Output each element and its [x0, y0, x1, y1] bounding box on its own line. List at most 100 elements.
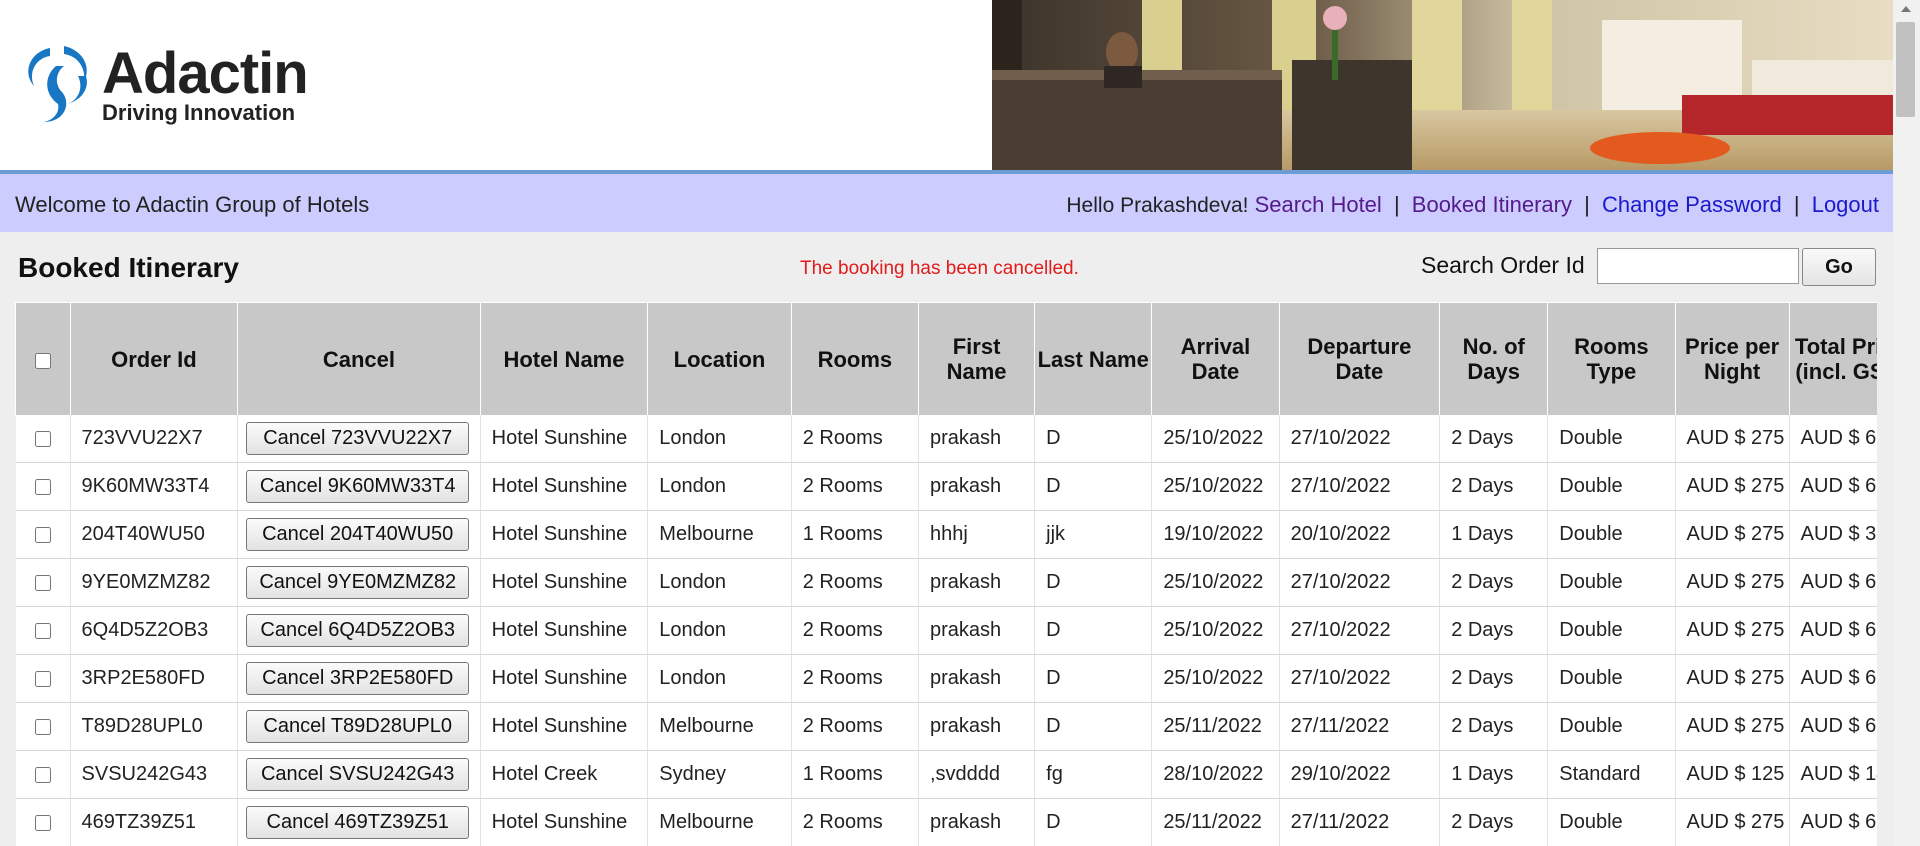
last-name-cell: D — [1034, 798, 1153, 846]
price-per-night-cell: AUD $ 275 — [1675, 462, 1790, 511]
row-checkbox[interactable] — [34, 622, 51, 639]
hotel-name-cell: Hotel Sunshine — [480, 462, 649, 511]
price-per-night-cell: AUD $ 275 — [1675, 702, 1790, 751]
row-checkbox[interactable] — [34, 430, 51, 447]
departure-date-cell: 27/10/2022 — [1279, 462, 1441, 511]
last-name-cell: D — [1034, 558, 1153, 607]
cancel-booking-button[interactable]: Cancel 723VVU22X7 — [246, 422, 470, 455]
location-cell: Melbourne — [647, 702, 792, 751]
col-header-arrival-date: Arrival Date — [1151, 302, 1280, 415]
price-per-night-cell: AUD $ 275 — [1675, 415, 1790, 463]
no-of-days-cell: 2 Days — [1439, 558, 1549, 607]
table-row: T89D28UPL0 Cancel T89D28UPL0 Hotel Sunsh… — [15, 702, 1877, 751]
row-checkbox[interactable] — [34, 718, 51, 735]
cancel-booking-button[interactable]: Cancel 9YE0MZMZ82 — [246, 566, 470, 599]
first-name-cell: prakash — [918, 462, 1036, 511]
row-select-cell — [15, 798, 71, 846]
row-checkbox[interactable] — [34, 526, 51, 543]
itinerary-table-container: Order Id Cancel Hotel Name Location Room… — [15, 302, 1877, 846]
change-password-link[interactable]: Change Password — [1602, 192, 1782, 217]
departure-date-cell: 27/10/2022 — [1279, 654, 1441, 703]
departure-date-cell: 27/10/2022 — [1279, 415, 1441, 463]
cancel-booking-button[interactable]: Cancel SVSU242G43 — [246, 758, 470, 791]
row-checkbox[interactable] — [34, 766, 51, 783]
first-name-cell: prakash — [918, 606, 1036, 655]
last-name-cell: D — [1034, 654, 1153, 703]
search-order-input[interactable] — [1597, 248, 1799, 284]
adactin-logo: Adactin Driving Innovation — [20, 38, 350, 128]
rooms-cell: 2 Rooms — [791, 798, 919, 846]
scroll-up-arrow-icon[interactable] — [1901, 6, 1911, 12]
logout-link[interactable]: Logout — [1812, 192, 1879, 217]
location-cell: London — [647, 462, 792, 511]
arrival-date-cell: 25/10/2022 — [1151, 606, 1280, 655]
cancel-cell: Cancel SVSU242G43 — [237, 750, 481, 799]
price-per-night-cell: AUD $ 275 — [1675, 798, 1790, 846]
first-name-cell: prakash — [918, 558, 1036, 607]
first-name-cell: ,svdddd — [918, 750, 1036, 799]
arrival-date-cell: 28/10/2022 — [1151, 750, 1280, 799]
cancel-booking-button[interactable]: Cancel 469TZ39Z51 — [246, 806, 470, 839]
row-checkbox[interactable] — [34, 670, 51, 687]
col-header-last-name: Last Name — [1034, 302, 1153, 415]
row-checkbox[interactable] — [34, 814, 51, 831]
col-header-hotel-name: Hotel Name — [479, 302, 649, 415]
arrival-date-cell: 25/10/2022 — [1151, 415, 1280, 463]
last-name-cell: D — [1034, 462, 1153, 511]
cancel-booking-button[interactable]: Cancel 204T40WU50 — [246, 518, 470, 551]
first-name-cell: prakash — [918, 415, 1036, 463]
row-checkbox[interactable] — [34, 574, 51, 591]
scrollbar-thumb[interactable] — [1896, 22, 1915, 117]
total-price-cell: AUD $ 616 — [1789, 702, 1877, 751]
rooms-type-cell: Double — [1547, 462, 1676, 511]
rooms-type-cell: Double — [1547, 606, 1676, 655]
cancel-booking-button[interactable]: Cancel 3RP2E580FD — [246, 662, 470, 695]
table-row: SVSU242G43 Cancel SVSU242G43 Hotel Creek… — [15, 750, 1877, 799]
order-id-cell: 204T40WU50 — [70, 510, 239, 559]
nav-separator: | — [1393, 192, 1400, 217]
cancel-booking-button[interactable]: Cancel T89D28UPL0 — [246, 710, 470, 743]
table-row: 6Q4D5Z2OB3 Cancel 6Q4D5Z2OB3 Hotel Sunsh… — [15, 606, 1877, 655]
rooms-type-cell: Double — [1547, 510, 1676, 559]
order-id-cell: T89D28UPL0 — [70, 702, 239, 751]
no-of-days-cell: 2 Days — [1439, 462, 1549, 511]
go-button[interactable]: Go — [1802, 248, 1876, 286]
hotel-name-cell: Hotel Sunshine — [480, 558, 649, 607]
location-cell: Melbourne — [647, 798, 792, 846]
last-name-cell: jjk — [1034, 510, 1153, 559]
cancel-cell: Cancel 469TZ39Z51 — [237, 798, 481, 846]
user-greeting: Hello Prakashdeva! — [1066, 194, 1249, 217]
vertical-scrollbar[interactable] — [1893, 0, 1920, 846]
hotel-name-cell: Hotel Sunshine — [480, 415, 649, 463]
no-of-days-cell: 2 Days — [1439, 606, 1549, 655]
search-order-label: Search Order Id — [1421, 252, 1585, 278]
row-checkbox[interactable] — [34, 478, 51, 495]
departure-date-cell: 27/11/2022 — [1279, 798, 1441, 846]
hotel-name-cell: Hotel Sunshine — [480, 654, 649, 703]
page-header: Adactin Driving Innovation — [0, 0, 1893, 170]
row-select-cell — [15, 462, 71, 511]
row-select-cell — [15, 510, 71, 559]
cancel-booking-button[interactable]: Cancel 6Q4D5Z2OB3 — [246, 614, 470, 647]
rooms-cell: 2 Rooms — [791, 654, 919, 703]
table-row: 3RP2E580FD Cancel 3RP2E580FD Hotel Sunsh… — [15, 654, 1877, 703]
location-cell: Sydney — [647, 750, 792, 799]
rooms-cell: 1 Rooms — [791, 750, 919, 799]
no-of-days-cell: 1 Days — [1439, 750, 1549, 799]
cancel-cell: Cancel 204T40WU50 — [237, 510, 481, 559]
booked-itinerary-link[interactable]: Booked Itinerary — [1412, 192, 1572, 217]
row-select-cell — [15, 558, 71, 607]
rooms-cell: 2 Rooms — [791, 462, 919, 511]
hotel-name-cell: Hotel Sunshine — [480, 702, 649, 751]
select-all-checkbox[interactable] — [34, 352, 51, 369]
cancel-booking-button[interactable]: Cancel 9K60MW33T4 — [246, 470, 470, 503]
location-cell: London — [647, 606, 792, 655]
nav-separator: | — [1793, 192, 1800, 217]
last-name-cell: D — [1034, 702, 1153, 751]
total-price-cell: AUD $ 616 — [1789, 798, 1877, 846]
rooms-type-cell: Double — [1547, 702, 1676, 751]
total-price-cell: AUD $ 616 — [1789, 654, 1877, 703]
table-row: 204T40WU50 Cancel 204T40WU50 Hotel Sunsh… — [15, 510, 1877, 559]
table-row: 9YE0MZMZ82 Cancel 9YE0MZMZ82 Hotel Sunsh… — [15, 558, 1877, 607]
search-hotel-link[interactable]: Search Hotel — [1255, 192, 1382, 217]
